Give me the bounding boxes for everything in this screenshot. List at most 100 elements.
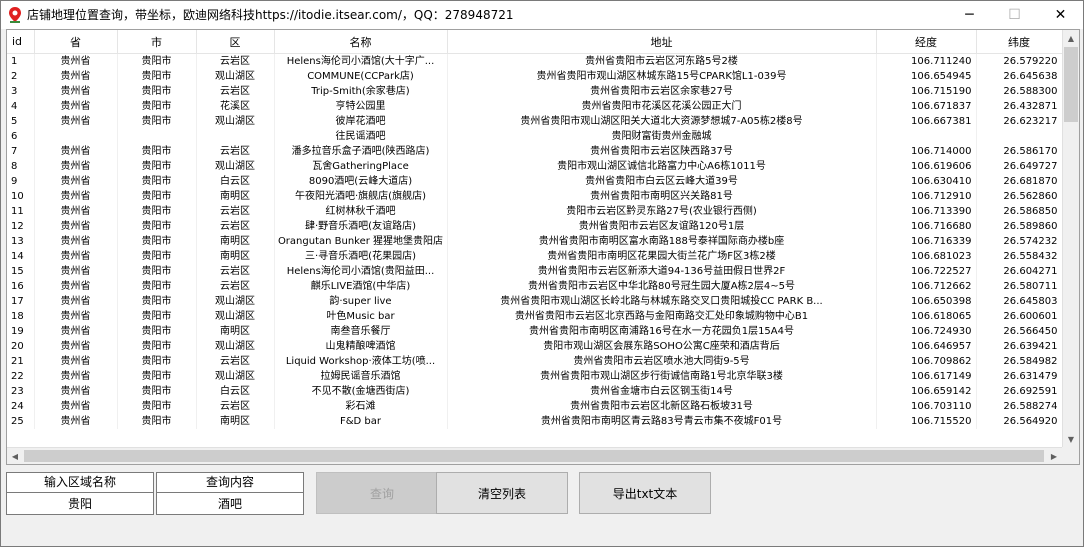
region-input[interactable]	[6, 492, 154, 515]
table-row[interactable]: 14 贵州省 贵阳市 南明区 三·寻音乐酒吧(花果园店) 贵州省贵阳市南明区花果园大街兰花…	[7, 249, 1063, 264]
table-cell: 贵阳市	[117, 204, 197, 219]
table-row[interactable]: 2 贵州省 贵阳市 观山湖区 COMMUNE(CCPark店) 贵州省贵阳市观山湖区林城东…	[7, 69, 1063, 84]
query-input[interactable]	[156, 492, 304, 515]
table-row[interactable]: 16 贵州省 贵阳市 云岩区 麒乐LIVE酒馆(中华店) 贵州省贵阳市云岩区中华北路80号…	[7, 279, 1063, 294]
table-row[interactable]: 25 贵州省 贵阳市 南明区 F&D bar 贵州省贵阳市南明区青云路83号青云市集不夜城…	[7, 414, 1063, 429]
table-cell: 贵州省贵阳市云岩区北京西路与金阳南路交汇处印象城购物中心B1	[447, 309, 877, 324]
maximize-button[interactable]: ☐	[992, 1, 1037, 29]
table-row[interactable]: 10 贵州省 贵阳市 南明区 午夜阳光酒吧·旗舰店(旗舰店) 贵州省贵阳市南明区兴关路81…	[7, 189, 1063, 204]
table-cell: 贵阳市	[117, 174, 197, 189]
table-row[interactable]: 24 贵州省 贵阳市 云岩区 彩石滩 贵州省贵阳市云岩区北新区路石板坡31号 106.703…	[7, 399, 1063, 414]
column-header-id[interactable]: id	[7, 30, 35, 54]
table-cell: 贵州省贵阳市南明区富水南路188号泰祥国际商办楼b座	[447, 234, 877, 249]
table-cell: 贵州省	[34, 249, 118, 264]
table-cell: 贵阳市	[117, 414, 197, 429]
vertical-scroll-thumb[interactable]	[1064, 47, 1078, 122]
column-header-address[interactable]: 地址	[447, 30, 877, 54]
search-button[interactable]: 查询	[316, 472, 448, 514]
table-cell: 不见不散(金塘西街店)	[274, 384, 448, 399]
table-cell: 贵阳市	[117, 279, 197, 294]
table-row[interactable]: 11 贵州省 贵阳市 云岩区 红树林秋千酒吧 贵阳市云岩区黔灵东路27号(农业银行西侧) 1…	[7, 204, 1063, 219]
table-row[interactable]: 18 贵州省 贵阳市 观山湖区 叶色Music bar 贵州省贵阳市云岩区北京西路与金阳南…	[7, 309, 1063, 324]
table-cell: 贵州省	[34, 84, 118, 99]
table-cell: 2	[7, 69, 35, 84]
table-cell: 云岩区	[196, 279, 275, 294]
table-cell: 贵阳市观山湖区诚信北路富力中心A6栋1011号	[447, 159, 877, 174]
column-header-longitude[interactable]: 经度	[876, 30, 977, 54]
table-cell: 26.586850	[976, 204, 1063, 219]
table-cell: 18	[7, 309, 35, 324]
table-cell: 106.703110	[876, 399, 977, 414]
table-cell: 拉姆民谣音乐酒馆	[274, 369, 448, 384]
table-cell: 观山湖区	[196, 114, 275, 129]
table-cell: 106.709862	[876, 354, 977, 369]
table-cell: 贵阳市	[117, 159, 197, 174]
table-cell: 106.667381	[876, 114, 977, 129]
table-row[interactable]: 7 贵州省 贵阳市 云岩区 潘多拉音乐盒子酒吧(陕西路店) 贵州省贵阳市云岩区陕西路37号…	[7, 144, 1063, 159]
table-row[interactable]: 6 往民谣酒吧 贵阳财富街贵州金融城	[7, 129, 1063, 144]
table-row[interactable]: 8 贵州省 贵阳市 观山湖区 瓦舍GatheringPlace 贵阳市观山湖区诚信北路富力…	[7, 159, 1063, 174]
clear-list-button[interactable]: 清空列表	[436, 472, 568, 514]
table-cell: 9	[7, 174, 35, 189]
column-header-name[interactable]: 名称	[274, 30, 448, 54]
table-cell: 10	[7, 189, 35, 204]
table-row[interactable]: 13 贵州省 贵阳市 南明区 Orangutan Bunker 猩猩地堡贵阳店 贵州省贵阳…	[7, 234, 1063, 249]
scroll-up-arrow-icon[interactable]: ▲	[1063, 30, 1079, 46]
table-cell: 贵州省贵阳市云岩区余家巷27号	[447, 84, 877, 99]
table-row[interactable]: 19 贵州省 贵阳市 南明区 南叁音乐餐厅 贵州省贵阳市南明区南浦路16号在水一方花园负1…	[7, 324, 1063, 339]
table-cell: 26.558432	[976, 249, 1063, 264]
table-row[interactable]: 9 贵州省 贵阳市 白云区 8090酒吧(云峰大道店) 贵州省贵阳市白云区云峰大道39号 1…	[7, 174, 1063, 189]
scroll-right-arrow-icon[interactable]: ▶	[1046, 448, 1062, 464]
map-pin-icon	[9, 7, 21, 23]
table-cell: 彩石滩	[274, 399, 448, 414]
column-header-province[interactable]: 省	[34, 30, 118, 54]
column-header-district[interactable]: 区	[196, 30, 275, 54]
table-row[interactable]: 3 贵州省 贵阳市 云岩区 Trip-Smith(余家巷店) 贵州省贵阳市云岩区余家巷27…	[7, 84, 1063, 99]
table-cell: 贵阳市	[117, 99, 197, 114]
table-row[interactable]: 15 贵州省 贵阳市 云岩区 Helens海伦司小酒馆(贵阳益田... 贵州省贵阳市云岩区…	[7, 264, 1063, 279]
table-cell	[34, 129, 118, 144]
table-cell: 亨特公园里	[274, 99, 448, 114]
table-row[interactable]: 20 贵州省 贵阳市 观山湖区 山鬼精酿啤酒馆 贵阳市观山湖区会展东路SOHO公寓C座荣和…	[7, 339, 1063, 354]
table-row[interactable]: 22 贵州省 贵阳市 观山湖区 拉姆民谣音乐酒馆 贵州省贵阳市观山湖区步行街诚信南路1号北…	[7, 369, 1063, 384]
table-row[interactable]: 12 贵州省 贵阳市 云岩区 肆·野音乐酒吧(友谊路店) 贵州省贵阳市云岩区友谊路120号…	[7, 219, 1063, 234]
table-cell: 贵阳市	[117, 384, 197, 399]
column-header-city[interactable]: 市	[117, 30, 197, 54]
table-row[interactable]: 1 贵州省 贵阳市 云岩区 Helens海伦司小酒馆(大十字广... 贵州省贵阳市云岩区河…	[7, 53, 1063, 69]
horizontal-scroll-thumb[interactable]	[24, 450, 1044, 462]
table-cell: 贵州省	[34, 174, 118, 189]
table-cell: 红树林秋千酒吧	[274, 204, 448, 219]
table-cell: 贵州省贵阳市观山湖区林城东路15号CPARK馆L1-039号	[447, 69, 877, 84]
table-row[interactable]: 17 贵州省 贵阳市 观山湖区 韵·super live 贵州省贵阳市观山湖区长岭北路与林…	[7, 294, 1063, 309]
table-cell: 午夜阳光酒吧·旗舰店(旗舰店)	[274, 189, 448, 204]
export-txt-button[interactable]: 导出txt文本	[579, 472, 711, 514]
table-cell: 麒乐LIVE酒馆(中华店)	[274, 279, 448, 294]
scroll-left-arrow-icon[interactable]: ◀	[7, 448, 23, 464]
table-row[interactable]: 21 贵州省 贵阳市 云岩区 Liquid Workshop·液体工坊(喷... 贵州省贵…	[7, 354, 1063, 369]
scroll-down-arrow-icon[interactable]: ▼	[1063, 431, 1079, 447]
table-row[interactable]: 5 贵州省 贵阳市 观山湖区 彼岸花酒吧 贵州省贵阳市观山湖区阳关大道北大资源梦想城7-A…	[7, 114, 1063, 129]
close-button[interactable]: ✕	[1038, 1, 1083, 29]
table-cell: F&D bar	[274, 414, 448, 429]
column-header-latitude[interactable]: 纬度	[976, 30, 1063, 54]
table-cell: 20	[7, 339, 35, 354]
table-cell: 南明区	[196, 324, 275, 339]
table-cell: 106.630410	[876, 174, 977, 189]
vertical-scrollbar[interactable]: ▲ ▼	[1062, 30, 1079, 447]
table-cell: 贵阳市	[117, 234, 197, 249]
table-row[interactable]: 4 贵州省 贵阳市 花溪区 亨特公园里 贵州省贵阳市花溪区花溪公园正大门 106.67183…	[7, 99, 1063, 114]
table-cell: 贵州省贵阳市云岩区喷水池大同街9-5号	[447, 354, 877, 369]
table-cell: 24	[7, 399, 35, 414]
table-cell: 106.724930	[876, 324, 977, 339]
table-cell: 贵阳市云岩区黔灵东路27号(农业银行西侧)	[447, 204, 877, 219]
table-cell: 贵州省贵阳市云岩区陕西路37号	[447, 144, 877, 159]
table-cell: 16	[7, 279, 35, 294]
horizontal-scrollbar[interactable]: ◀ ▶	[7, 447, 1062, 464]
table-cell: 贵州省	[34, 384, 118, 399]
table-cell: 8090酒吧(云峰大道店)	[274, 174, 448, 189]
table-cell: 瓦舍GatheringPlace	[274, 159, 448, 174]
results-grid[interactable]: id 省 市 区 名称 地址 经度 纬度 1 贵州省 贵阳市 云岩区 Helens海伦司…	[6, 29, 1080, 465]
table-cell: 贵州省贵阳市花溪区花溪公园正大门	[447, 99, 877, 114]
table-row[interactable]: 23 贵州省 贵阳市 白云区 不见不散(金塘西街店) 贵州省金塘市白云区钢玉街14号 106…	[7, 384, 1063, 399]
minimize-button[interactable]: ─	[947, 1, 992, 29]
